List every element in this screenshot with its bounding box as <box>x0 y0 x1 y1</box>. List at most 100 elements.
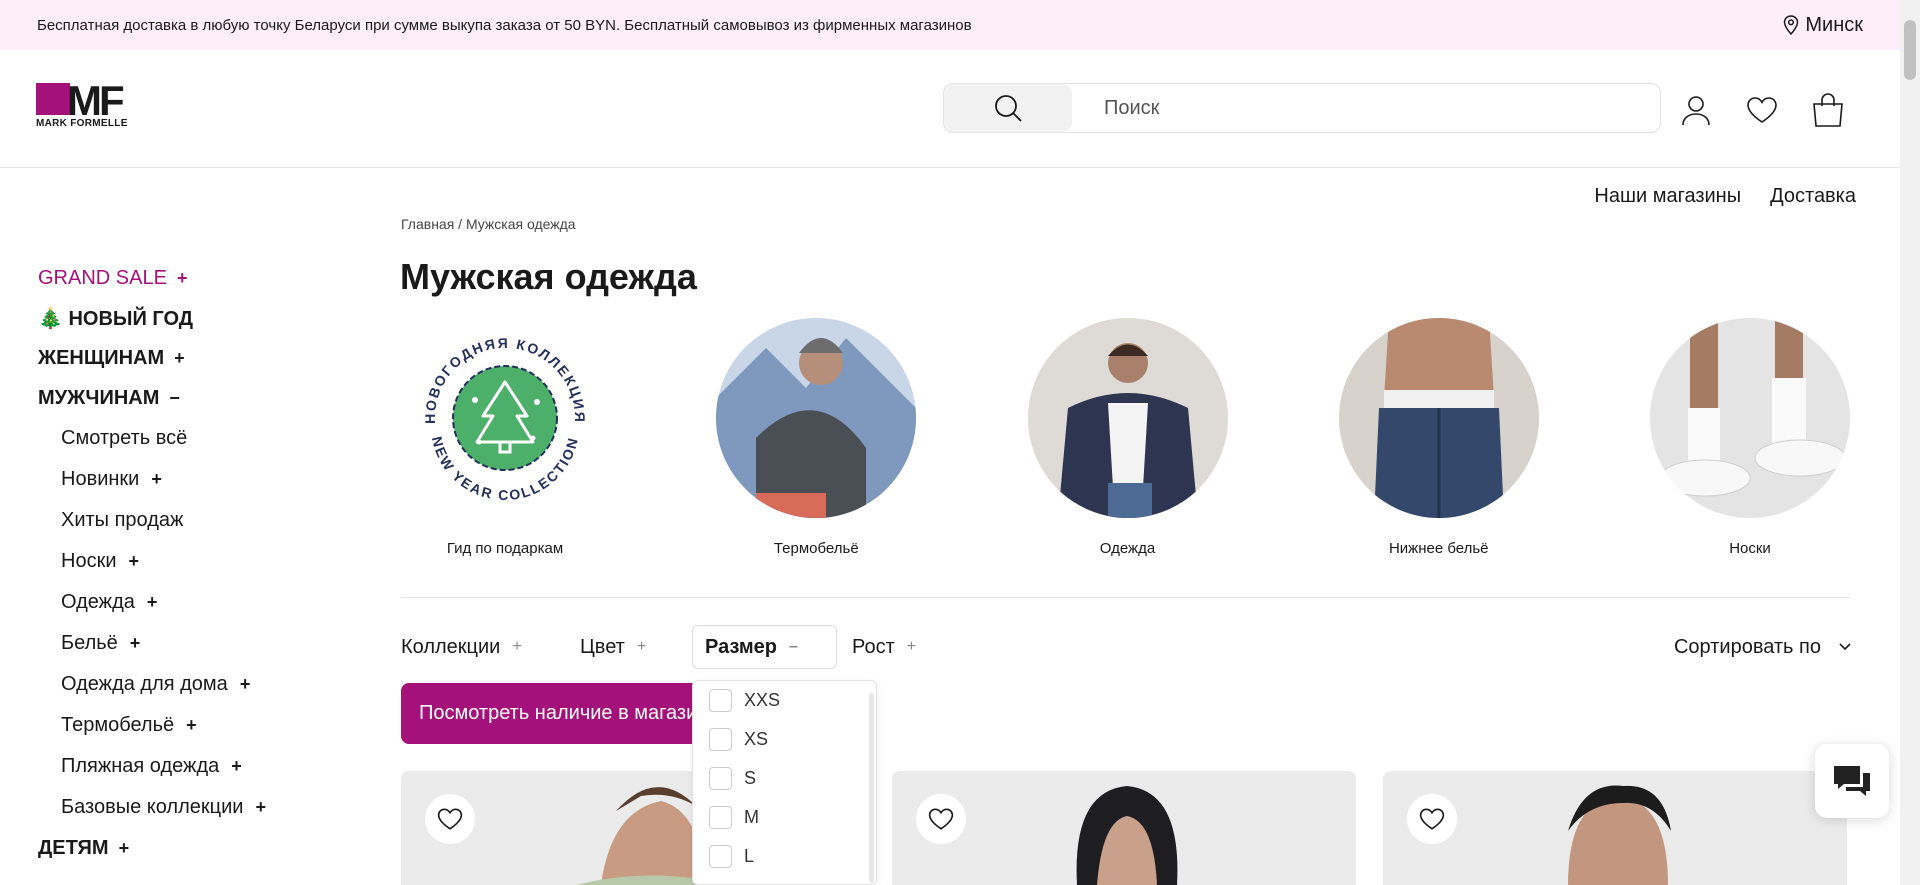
sidebar-item-kids[interactable]: ДЕТЯМ + <box>38 828 338 868</box>
sidebar-item-basics[interactable]: Базовые коллекции + <box>38 787 338 828</box>
favorite-button[interactable] <box>1407 794 1457 844</box>
sidebar-item-socks[interactable]: Носки + <box>38 541 338 582</box>
sidebar-item-label: Одежда <box>61 591 135 613</box>
sidebar-item-label: ДЕТЯМ <box>38 836 109 859</box>
plus-icon: + <box>906 638 917 655</box>
city-selector[interactable]: Минск <box>1783 14 1863 37</box>
sort-label: Сортировать по <box>1673 635 1821 658</box>
heart-icon <box>437 808 463 830</box>
size-label: XXS <box>744 690 781 710</box>
chat-button[interactable] <box>1815 744 1889 818</box>
sidebar-item-beachwear[interactable]: Пляжная одежда + <box>38 746 338 787</box>
category-carousel: НОВОГОДНЯЯ КОЛЛЕКЦИЯ NEW YEAR COLLECTION… <box>405 318 1850 557</box>
filter-bar: Коллекции + Цвет + Размер – Рост + Сортирова… <box>401 625 1851 669</box>
gift-guide-badge: НОВОГОДНЯЯ КОЛЛЕКЦИЯ NEW YEAR COLLECTION <box>405 318 605 518</box>
filter-collections[interactable]: Коллекции + <box>401 625 522 669</box>
account-button[interactable] <box>1678 92 1714 128</box>
filter-size[interactable]: Размер – <box>692 625 837 669</box>
sidebar-item-thermal[interactable]: Термобельё + <box>38 705 338 746</box>
category-image <box>1650 318 1850 518</box>
filter-height[interactable]: Рост + <box>852 625 916 669</box>
favorite-button[interactable] <box>425 794 475 844</box>
site-header: MF MARK FORMELLE <box>0 50 1900 168</box>
sidebar-item-new-year[interactable]: 🎄 НОВЫЙ ГОД <box>38 298 338 338</box>
plus-icon: + <box>186 715 197 735</box>
checkbox[interactable] <box>709 845 732 868</box>
size-label: L <box>744 846 755 866</box>
sidebar-item-label: GRAND SALE <box>38 266 167 289</box>
promo-bar: Бесплатная доставка в любую точку Белару… <box>0 0 1900 50</box>
plus-icon: + <box>129 633 141 653</box>
breadcrumb[interactable]: Главная / Мужская одежда <box>401 216 576 232</box>
sidebar-item-men[interactable]: МУЖЧИНАМ − <box>38 378 338 418</box>
logo-square <box>36 83 70 115</box>
search-button[interactable] <box>944 84 1072 132</box>
size-option-l[interactable]: L <box>693 837 876 876</box>
page-scrollbar[interactable] <box>1900 0 1920 885</box>
dropdown-scrollbar[interactable] <box>869 693 874 883</box>
chat-icon <box>1834 766 1870 796</box>
product-card[interactable] <box>892 771 1356 885</box>
sidebar-item-new[interactable]: Новинки + <box>38 459 338 500</box>
logo[interactable]: MF MARK FORMELLE <box>36 77 158 131</box>
minus-icon: − <box>169 387 180 408</box>
heart-icon <box>1419 808 1445 830</box>
checkbox[interactable] <box>709 689 732 712</box>
plus-icon: + <box>255 797 266 817</box>
plus-icon: + <box>151 469 162 489</box>
product-grid <box>401 771 1851 885</box>
divider <box>401 597 1850 598</box>
sidebar-item-women[interactable]: ЖЕНЩИНАМ + <box>38 338 338 378</box>
sidebar-item-label: Базовые коллекции <box>61 796 244 818</box>
link-delivery[interactable]: Доставка <box>1770 185 1856 208</box>
plus-icon: + <box>231 756 242 776</box>
scrollbar-thumb[interactable] <box>1904 20 1916 80</box>
sidebar-item-clothing[interactable]: Одежда + <box>38 582 338 623</box>
sidebar-item-underwear[interactable]: Бельё + <box>38 623 338 664</box>
category-image <box>1338 318 1539 518</box>
plus-icon: + <box>174 347 185 368</box>
checkbox[interactable] <box>709 806 732 829</box>
checkbox[interactable] <box>709 728 732 751</box>
plus-icon: + <box>128 551 140 571</box>
checkbox[interactable] <box>709 767 732 790</box>
filter-color[interactable]: Цвет + <box>580 625 646 669</box>
chevron-down-icon <box>1839 643 1851 651</box>
product-card[interactable] <box>1383 771 1847 885</box>
size-option-m[interactable]: M <box>693 798 876 837</box>
category-thermal[interactable]: Термобельё <box>716 318 917 557</box>
bag-icon <box>1813 93 1843 127</box>
favorite-button[interactable] <box>916 794 966 844</box>
sidebar-item-label: МУЖЧИНАМ <box>38 386 160 409</box>
size-option-xs[interactable]: XS <box>693 720 876 759</box>
plus-icon: + <box>146 592 158 612</box>
size-label: S <box>744 768 757 788</box>
size-label: XS <box>744 729 769 749</box>
category-image <box>716 318 917 518</box>
size-option-xxs[interactable]: XXS <box>693 681 876 720</box>
sidebar-item-label: Новинки <box>61 468 140 490</box>
size-option-s[interactable]: S <box>693 759 876 798</box>
search-input[interactable] <box>1072 84 1660 132</box>
plus-icon: + <box>512 638 522 655</box>
favorites-button[interactable] <box>1744 92 1780 128</box>
category-underwear[interactable]: Нижнее бельё <box>1338 318 1539 557</box>
cart-button[interactable] <box>1810 92 1846 128</box>
page-title: Мужская одежда <box>400 256 697 297</box>
user-icon <box>1682 96 1710 126</box>
filter-label: Рост <box>852 635 895 658</box>
sidebar-item-bestsellers[interactable]: Хиты продаж <box>38 500 338 541</box>
sidebar-item-view-all[interactable]: Смотреть всё <box>38 418 338 459</box>
category-gift-guide[interactable]: НОВОГОДНЯЯ КОЛЛЕКЦИЯ NEW YEAR COLLECTION… <box>405 318 605 557</box>
category-clothing[interactable]: Одежда <box>1027 318 1228 557</box>
minus-icon: – <box>789 638 798 655</box>
city-name: Минск <box>1805 13 1863 36</box>
sidebar-item-homewear[interactable]: Одежда для дома + <box>38 664 338 705</box>
link-our-stores[interactable]: Наши магазины <box>1594 185 1741 208</box>
category-label: Носки <box>1729 540 1771 557</box>
sidebar-item-grand-sale[interactable]: GRAND SALE + <box>38 258 338 298</box>
category-socks[interactable]: Носки <box>1650 318 1850 557</box>
size-dropdown: XXS XS S M L <box>692 680 877 885</box>
sort-dropdown[interactable]: Сортировать по <box>1674 625 1851 669</box>
filter-label: Цвет <box>580 635 625 658</box>
